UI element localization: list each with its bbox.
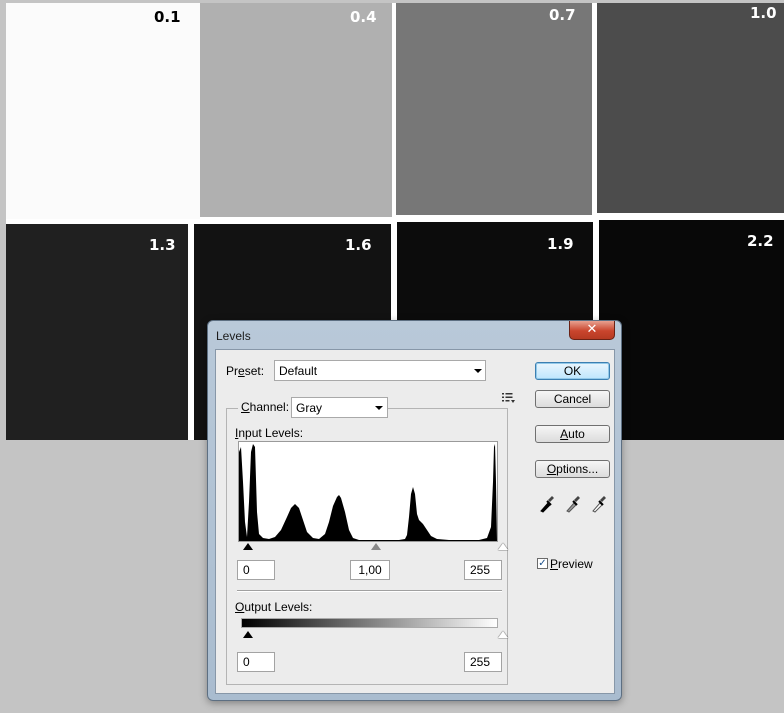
patch-label: 0.7 bbox=[549, 6, 576, 24]
patch-label: 1.3 bbox=[149, 236, 176, 254]
dropdown-caret-icon bbox=[474, 369, 482, 373]
close-button[interactable]: ✕ bbox=[569, 321, 615, 340]
patch-label: 1.9 bbox=[547, 235, 574, 253]
channel-value: Gray bbox=[296, 401, 323, 415]
patch-label: 1.0 bbox=[750, 4, 777, 22]
density-patch-1-0 bbox=[597, 3, 784, 213]
separator bbox=[237, 590, 502, 592]
patch-label: 1.6 bbox=[345, 236, 372, 254]
preview-label: Preview bbox=[550, 557, 593, 571]
options-button[interactable]: Options... bbox=[535, 460, 610, 478]
preset-dropdown[interactable]: Default bbox=[274, 360, 486, 381]
dialog-title: Levels bbox=[216, 329, 251, 343]
output-black-field[interactable]: 0 bbox=[237, 652, 275, 672]
input-levels-label: Input Levels: bbox=[235, 426, 304, 440]
gray-eyedropper-icon[interactable] bbox=[565, 495, 581, 513]
dialog-titlebar[interactable]: Levels ✕ bbox=[208, 321, 621, 347]
preview-checkbox[interactable]: ✓ bbox=[537, 558, 548, 569]
density-patch-1-3 bbox=[6, 224, 188, 440]
input-white-slider[interactable] bbox=[498, 543, 508, 550]
dialog-body: Preset: Default OK Cancel Auto Options..… bbox=[215, 349, 615, 694]
input-black-field[interactable]: 0 bbox=[237, 560, 275, 580]
output-gradient-bar bbox=[241, 618, 498, 628]
input-gamma-slider[interactable] bbox=[371, 543, 381, 550]
density-patch-0-7 bbox=[396, 3, 592, 215]
input-white-field[interactable]: 255 bbox=[464, 560, 502, 580]
black-eyedropper-icon[interactable] bbox=[539, 495, 555, 513]
preset-label: Preset: bbox=[226, 364, 265, 378]
preset-value: Default bbox=[279, 364, 318, 378]
output-black-slider[interactable] bbox=[243, 631, 253, 638]
preset-menu-icon[interactable] bbox=[502, 392, 516, 404]
channel-label: Channel: bbox=[238, 400, 293, 414]
output-white-slider[interactable] bbox=[498, 631, 508, 638]
dropdown-caret-icon bbox=[375, 406, 383, 410]
density-patch-0-4 bbox=[200, 3, 392, 217]
cancel-button[interactable]: Cancel bbox=[535, 390, 610, 408]
auto-button[interactable]: Auto bbox=[535, 425, 610, 443]
patch-label: 0.4 bbox=[350, 8, 377, 26]
density-patch-0-1 bbox=[6, 3, 200, 219]
input-black-slider[interactable] bbox=[243, 543, 253, 550]
white-eyedropper-icon[interactable] bbox=[591, 495, 607, 513]
input-gamma-field[interactable]: 1,00 bbox=[350, 560, 390, 580]
close-icon: ✕ bbox=[586, 322, 598, 337]
levels-dialog: Levels ✕ Preset: Default OK Cancel Auto … bbox=[207, 320, 622, 701]
channel-dropdown[interactable]: Gray bbox=[291, 397, 388, 418]
output-levels-label: Output Levels: bbox=[235, 600, 313, 614]
check-icon: ✓ bbox=[538, 558, 547, 569]
histogram bbox=[238, 441, 498, 542]
output-white-field[interactable]: 255 bbox=[464, 652, 502, 672]
density-patch-2-2 bbox=[599, 220, 784, 440]
patch-label: 2.2 bbox=[747, 232, 774, 250]
patch-label: 0.1 bbox=[154, 8, 181, 26]
ok-button[interactable]: OK bbox=[535, 362, 610, 380]
